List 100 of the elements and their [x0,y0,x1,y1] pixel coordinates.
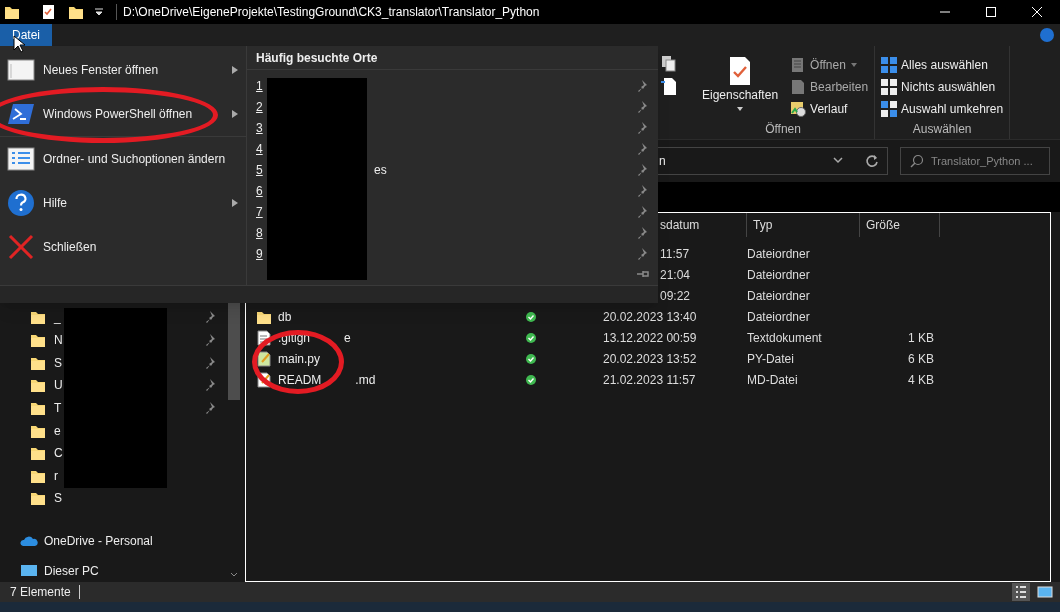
grid-icon [881,57,898,73]
recent-item[interactable]: es [374,160,387,179]
recent-number[interactable]: 2 [256,97,266,116]
folder-icon [30,445,46,462]
menu-item[interactable]: Windows PowerShell öffnen [0,92,246,136]
refresh-icon[interactable] [865,154,879,168]
group-label: Öffnen [764,121,802,138]
recent-number[interactable]: 7 [256,202,266,221]
recent-number[interactable]: 1 [256,76,266,95]
search-icon [910,154,924,168]
folder-icon[interactable] [68,4,84,20]
checklist-icon[interactable] [40,4,56,20]
pin-icon[interactable] [636,78,650,93]
menu-item[interactable]: Schließen [0,225,246,269]
file-type: Dateiordner [747,266,811,284]
recent-number[interactable]: 4 [256,139,266,158]
file-name[interactable]: main.py [278,349,321,368]
folder-icon [30,309,46,326]
file-size: 4 KB [907,371,935,389]
grid-icon [881,79,898,95]
nav-item[interactable]: Dieser PC [44,561,99,580]
caret-icon [736,106,745,112]
column-header[interactable]: Typ [747,213,860,237]
nav-item[interactable]: r [54,466,58,485]
pin-icon[interactable] [636,141,650,156]
pin-icon[interactable] [636,99,650,114]
file-type: Dateiordner [747,287,811,305]
modified-date: 11:57 [660,245,691,263]
close-icon [1032,7,1042,17]
section-title: Häufig besuchte Orte [247,46,658,70]
file-type: Textdokument [747,329,823,347]
ribbon-tab[interactable]: Datei [0,24,52,46]
recent-number[interactable]: 5 [256,160,266,179]
modified-date: 21:04 [660,266,692,284]
list-view-icon [1015,585,1027,599]
file-name[interactable]: db [278,307,292,326]
ribbon-button[interactable]: Öffnen [790,56,869,74]
folder-icon [4,4,20,20]
status-text: 7 Elemente [10,584,71,601]
ribbon-button[interactable]: Auswahl umkehren [881,100,1004,118]
checklist-icon [728,56,753,86]
checklist-icon [7,147,35,171]
picture-view-icon [1037,586,1053,598]
window-icon [7,59,35,81]
nav-item[interactable]: S [54,353,62,372]
modified-date: 09:22 [660,287,692,305]
menu-item[interactable]: Hilfe [0,181,246,225]
folder-icon [30,377,46,394]
nav-item[interactable]: N [54,330,63,349]
file-type: Dateiordner [747,308,811,326]
pin-icon[interactable] [636,120,650,135]
new-item-icon [660,76,678,96]
file-type: MD-Datei [747,371,799,389]
pin-icon[interactable] [636,183,650,198]
recent-number[interactable]: 9 [256,244,266,263]
search-field[interactable]: Translator_Python ... [900,147,1050,175]
file-icon [256,350,272,367]
properties-button[interactable]: Eigenschaften [698,56,783,120]
nav-item[interactable]: T [54,398,62,417]
file-size: 6 KB [907,350,935,368]
chevron-down-icon [230,572,238,578]
recent-number[interactable]: 3 [256,118,266,137]
recent-number[interactable]: 6 [256,181,266,200]
file-name[interactable]: .md [355,370,376,389]
nav-item[interactable]: OneDrive - Personal [44,532,153,551]
chevron-down-icon[interactable] [833,157,843,165]
cloud-icon [20,535,38,548]
file-name[interactable]: READM [278,370,322,389]
tiles-view-button[interactable] [1034,584,1056,600]
file-type: PY-Datei [747,350,795,368]
pin-icon[interactable] [636,225,650,240]
address-text: n [659,153,666,170]
nav-item[interactable]: S [54,489,62,508]
modified-date: 21.02.2023 11:57 [603,371,697,389]
ribbon-button[interactable]: Alles auswählen [881,56,1004,74]
details-view-button[interactable] [1012,583,1030,601]
nav-item[interactable]: e [54,421,61,440]
close-icon [8,234,34,260]
help-icon [7,189,35,217]
ribbon-button[interactable]: Nichts auswählen [881,78,1004,96]
pin-icon[interactable] [636,204,650,219]
nav-item[interactable]: _ [54,308,61,327]
group-label: Auswählen [911,121,973,138]
column-header[interactable]: Größe [860,213,940,237]
help-icon [1040,28,1054,42]
pin-icon[interactable] [636,162,650,177]
history-icon [790,101,807,117]
ribbon-button[interactable]: Verlauf [790,100,869,118]
recent-number[interactable]: 8 [256,223,266,242]
document-icon [790,79,807,95]
nav-item[interactable]: U [54,376,63,395]
file-size: 1 KB [907,329,935,347]
nav-item[interactable]: C [54,444,63,463]
ribbon-button[interactable]: Bearbeiten [790,78,869,96]
menu-item[interactable]: Ordner- und Suchoptionen ändern [0,137,246,181]
pin-icon[interactable] [636,246,650,261]
grid-icon [881,101,898,117]
file-name[interactable]: e [344,328,351,347]
file-type: Dateiordner [747,245,811,263]
modified-date: 20.02.2023 13:40 [603,308,698,326]
